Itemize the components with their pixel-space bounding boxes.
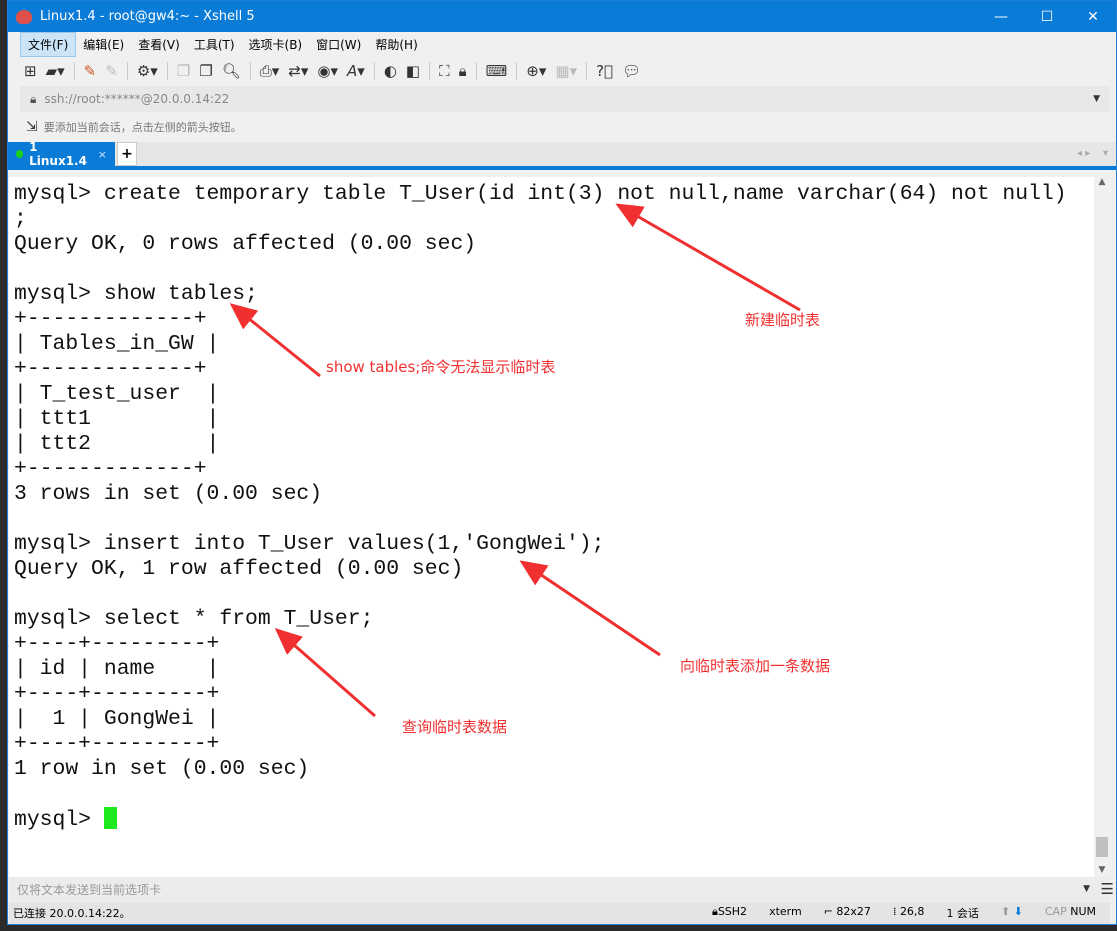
terminal-line: | id | name | xyxy=(14,657,220,681)
terminal-line: mysql> select * from T_User; xyxy=(14,607,374,631)
tab-bar: 1 Linux1.4 × + ◂ ▸ ▾ xyxy=(8,140,1116,170)
dropdown-arrow-icon[interactable]: ▼ xyxy=(1083,884,1090,894)
tab-label: 1 Linux1.4 xyxy=(29,140,87,168)
menu-tabs[interactable]: 选项卡(B) xyxy=(242,33,310,56)
open-folder-icon[interactable]: ▰▾ xyxy=(46,62,65,80)
window-title: Linux1.4 - root@gw4:~ - Xshell 5 xyxy=(40,9,255,24)
cursor-position: 26,8 xyxy=(899,905,925,918)
chat-icon[interactable]: 💬︎ xyxy=(622,62,641,80)
download-arrow-icon: ⬇ xyxy=(1013,905,1023,918)
terminal-line: mysql> show tables; xyxy=(14,282,258,306)
keyboard-icon[interactable]: ⌨ xyxy=(486,62,508,80)
annotation-select: 查询临时表数据 xyxy=(402,718,508,736)
copy-icon[interactable]: ❐ xyxy=(177,62,190,80)
annotation-insert: 向临时表添加一条数据 xyxy=(680,657,831,675)
lock-icon[interactable]: 🔒︎ xyxy=(459,62,467,80)
terminal-line: +----+---------+ xyxy=(14,732,220,756)
send-text-placeholder: 仅将文本发送到当前选项卡 xyxy=(17,882,162,897)
terminal-line: | ttt2 | xyxy=(14,432,220,456)
terminal-line: +-------------+ xyxy=(14,357,207,381)
upload-arrow-icon: ⬆ xyxy=(1000,905,1011,918)
terminal-line: +----+---------+ xyxy=(14,682,220,706)
num-lock-indicator: NUM xyxy=(1070,905,1096,918)
menu-window[interactable]: 窗口(W) xyxy=(309,33,368,56)
tab-linux1-4[interactable]: 1 Linux1.4 × xyxy=(8,140,115,168)
send-text-bar[interactable]: 仅将文本发送到当前选项卡 ▼ ☰ xyxy=(9,877,1114,901)
connected-status-icon xyxy=(16,150,24,158)
menu-file[interactable]: 文件(F) xyxy=(20,31,77,57)
address-bar[interactable]: 🔒︎ ssh://root:******@20.0.0.14:22 ▼ xyxy=(20,86,1110,112)
dropdown-arrow-icon[interactable]: ▼ xyxy=(1093,94,1100,104)
print-icon[interactable]: ⎙▾ xyxy=(260,62,280,80)
tab-nav-arrows-icon[interactable]: ◂ ▸ ▾ xyxy=(1077,148,1108,159)
close-tab-icon[interactable]: × xyxy=(98,148,107,161)
properties-icon[interactable]: ⚙▾ xyxy=(137,62,158,80)
annotation-show-tables: show tables;命令无法显示临时表 xyxy=(326,358,556,376)
terminal-line: mysql> create temporary table T_User(id … xyxy=(14,182,1067,206)
globe-icon[interactable]: ◉▾ xyxy=(317,62,338,80)
xshell-logo-icon xyxy=(16,9,32,24)
hamburger-menu-icon[interactable]: ☰ xyxy=(1101,880,1114,898)
terminal-line: ; xyxy=(14,207,27,231)
menu-tools[interactable]: 工具(T) xyxy=(187,33,242,56)
caps-lock-indicator: CAP xyxy=(1044,905,1067,918)
font-icon[interactable]: A▾ xyxy=(347,62,365,80)
layout-icon[interactable]: ▦▾ xyxy=(555,62,577,80)
xshell-window: Linux1.4 - root@gw4:~ - Xshell 5 — ☐ ✕ 文… xyxy=(7,0,1117,925)
connect-icon[interactable]: ✎ xyxy=(84,62,97,80)
terminal-line: +----+---------+ xyxy=(14,632,220,656)
scrollbar-thumb[interactable] xyxy=(1096,837,1108,857)
cursor-icon: ⁞ xyxy=(892,905,900,918)
terminal-line: mysql> insert into T_User values(1,'Gong… xyxy=(14,532,605,556)
status-bar: 已连接 20.0.0.14:22。 🔒︎SSH2 xterm ⌐ 82x27 ⁞… xyxy=(9,902,1110,924)
menu-bar: 文件(F) 编辑(E) 查看(V) 工具(T) 选项卡(B) 窗口(W) 帮助(… xyxy=(8,31,1116,57)
terminal-line: 1 row in set (0.00 sec) xyxy=(14,757,310,781)
paste-icon[interactable]: ❐ xyxy=(199,62,212,80)
terminal-line: +-------------+ xyxy=(14,307,207,331)
script-icon[interactable]: ◧ xyxy=(406,62,420,80)
terminal-line: 3 rows in set (0.00 sec) xyxy=(14,482,323,506)
terminal-line: mysql> xyxy=(14,808,104,832)
help-icon[interactable]: ?⃝ xyxy=(596,62,613,80)
terminal-line: | T_test_user | xyxy=(14,382,220,406)
terminal-line: Query OK, 1 row affected (0.00 sec) xyxy=(14,557,464,581)
menu-view[interactable]: 查看(V) xyxy=(131,33,187,56)
transfer-icon[interactable]: ⇄▾ xyxy=(288,62,308,80)
toolbar: ⊞ ▰▾ ✎ ✎ ⚙▾ ❐ ❐ 🔍︎ ⎙▾ ⇄▾ ◉▾ A▾ ◐ ◧ ⛶ 🔒︎ … xyxy=(8,56,1116,86)
terminal-size: 82x27 xyxy=(836,905,871,918)
disconnect-icon[interactable]: ✎ xyxy=(105,62,118,80)
session-count: 1 会话 xyxy=(946,907,979,920)
minimize-button[interactable]: — xyxy=(978,9,1024,25)
connection-status: 已连接 20.0.0.14:22。 xyxy=(13,907,131,920)
terminal-line: | 1 | GongWei | xyxy=(14,707,220,731)
terminal-cursor xyxy=(103,807,117,829)
terminal-scrollbar[interactable]: ▲ ▼ xyxy=(1094,177,1110,877)
add-session-arrow-icon[interactable]: ⇲ xyxy=(26,119,38,135)
find-icon[interactable]: 🔍︎ xyxy=(222,62,241,80)
protocol: SSH2 xyxy=(717,905,748,918)
add-icon[interactable]: ⊕▾ xyxy=(526,62,546,80)
new-tab-button[interactable]: + xyxy=(117,142,137,166)
close-button[interactable]: ✕ xyxy=(1070,9,1116,25)
terminal-line: +-------------+ xyxy=(14,457,207,481)
annotation-create-table: 新建临时表 xyxy=(745,311,821,329)
xftp-icon[interactable]: ◐ xyxy=(384,62,397,80)
session-hint-bar: ⇲ 要添加当前会话，点击左侧的箭头按钮。 xyxy=(8,112,1116,142)
address-value: ssh://root:******@20.0.0.14:22 xyxy=(44,92,230,106)
hint-text: 要添加当前会话，点击左侧的箭头按钮。 xyxy=(43,121,242,134)
menu-help[interactable]: 帮助(H) xyxy=(368,33,424,56)
new-session-icon[interactable]: ⊞ xyxy=(24,62,37,80)
menu-edit[interactable]: 编辑(E) xyxy=(76,33,131,56)
terminal-line: Query OK, 0 rows affected (0.00 sec) xyxy=(14,232,477,256)
terminal-type: xterm xyxy=(769,905,802,918)
terminal-line: | ttt1 | xyxy=(14,407,220,431)
terminal-output: mysql> create temporary table T_User(id … xyxy=(9,177,1094,833)
resize-icon: ⌐ xyxy=(823,905,837,918)
title-bar: Linux1.4 - root@gw4:~ - Xshell 5 — ☐ ✕ xyxy=(8,1,1116,32)
lock-icon: 🔒︎ xyxy=(30,91,37,106)
terminal[interactable]: mysql> create temporary table T_User(id … xyxy=(9,177,1094,877)
maximize-button[interactable]: ☐ xyxy=(1024,9,1070,25)
fullscreen-icon[interactable]: ⛶ xyxy=(439,62,450,80)
terminal-line: | Tables_in_GW | xyxy=(14,332,220,356)
